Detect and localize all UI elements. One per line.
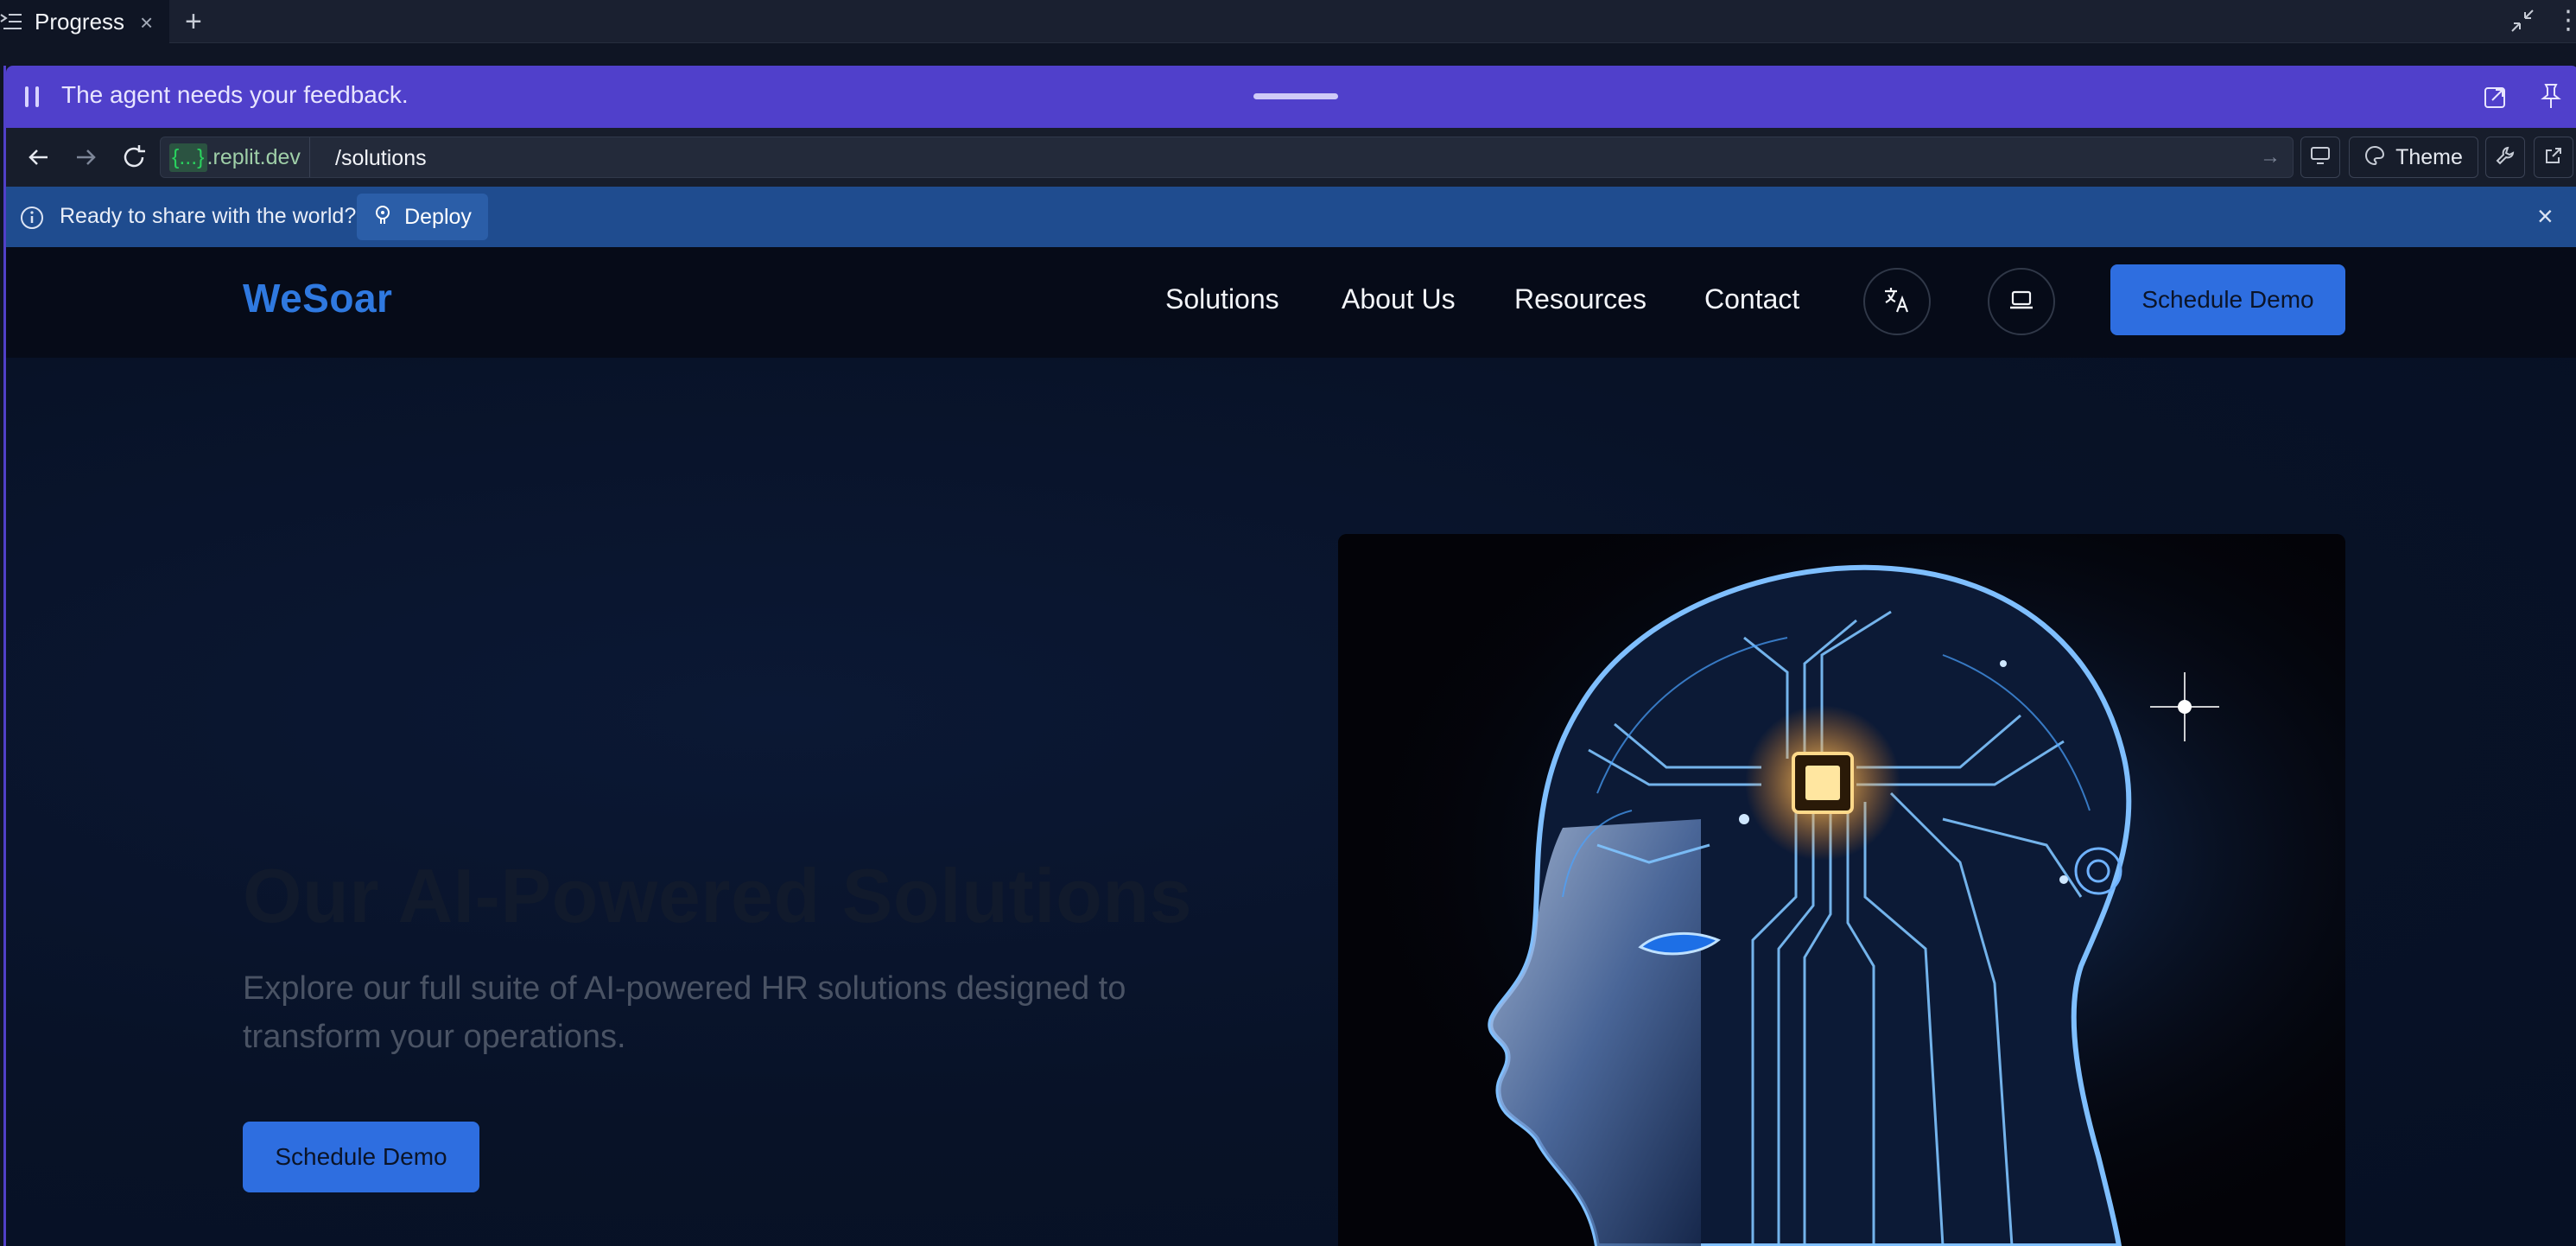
schedule-demo-nav-button[interactable]: Schedule Demo xyxy=(2110,264,2345,335)
agent-message: The agent needs your feedback. xyxy=(61,81,409,108)
wrench-icon xyxy=(2495,145,2516,170)
nav-link-resources[interactable]: Resources xyxy=(1514,283,1646,315)
open-new-tab-button[interactable] xyxy=(2534,137,2573,178)
close-icon[interactable]: × xyxy=(2537,200,2554,232)
agent-feedback-bar: The agent needs your feedback. xyxy=(6,66,2576,128)
url-domain: {...} .replit.dev xyxy=(161,137,310,177)
site-logo[interactable]: WeSoar xyxy=(243,275,392,321)
url-domain-brace: {...} xyxy=(169,143,207,172)
ai-head-illustration xyxy=(1338,534,2345,1246)
rocket-icon xyxy=(373,205,392,230)
info-icon xyxy=(20,206,44,230)
tools-button[interactable] xyxy=(2485,137,2525,178)
hero-title: Our AI-Powered Solutions xyxy=(243,853,1193,938)
drag-handle[interactable] xyxy=(1253,93,1338,99)
deploy-label: Deploy xyxy=(404,204,472,229)
pause-icon[interactable] xyxy=(25,86,41,107)
hero-section: Our AI-Powered Solutions Explore our ful… xyxy=(6,358,2576,1246)
address-bar: {...} .replit.dev /solutions → Theme xyxy=(6,128,2576,187)
collapse-icon[interactable] xyxy=(2509,7,2536,35)
nav-link-about-us[interactable]: About Us xyxy=(1342,283,1456,315)
open-external-icon[interactable] xyxy=(2482,83,2509,111)
more-icon[interactable]: ⋮ xyxy=(2555,5,2576,35)
theme-label: Theme xyxy=(2395,144,2463,169)
nav-link-contact[interactable]: Contact xyxy=(1704,283,1799,315)
url-domain-text: .replit.dev xyxy=(206,144,301,169)
forward-arrow-icon[interactable] xyxy=(70,142,101,173)
close-icon[interactable]: × xyxy=(140,10,153,36)
hero-subtitle: Explore our full suite of AI-powered HR … xyxy=(243,970,1126,1055)
deploy-message: Ready to share with the world? xyxy=(60,204,357,228)
site-navbar: WeSoar Solutions About Us Resources Cont… xyxy=(6,247,2576,358)
tab-progress[interactable]: Progress × xyxy=(0,0,169,43)
external-link-icon xyxy=(2543,145,2564,170)
preview-panel: The agent needs your feedback. {...} .re… xyxy=(3,66,2576,1246)
window-titlebar: Progress × + ⋮ xyxy=(0,0,2576,43)
device-toggle-button[interactable] xyxy=(1988,268,2055,335)
go-arrow-icon[interactable]: → xyxy=(2260,145,2281,169)
palette-icon xyxy=(2364,145,2385,170)
deploy-banner: Ready to share with the world? Deploy × xyxy=(6,187,2576,247)
language-button[interactable] xyxy=(1863,268,1931,335)
url-path: /solutions xyxy=(335,146,427,170)
tab-label: Progress xyxy=(35,8,125,35)
progress-icon xyxy=(0,10,22,33)
theme-button[interactable]: Theme xyxy=(2349,137,2478,178)
deploy-button[interactable]: Deploy xyxy=(357,194,488,240)
schedule-demo-hero-button[interactable]: Schedule Demo xyxy=(243,1122,479,1192)
pin-icon[interactable] xyxy=(2537,81,2565,111)
nav-link-solutions[interactable]: Solutions xyxy=(1165,283,1279,315)
back-arrow-icon[interactable] xyxy=(23,142,54,173)
url-input[interactable]: {...} .replit.dev /solutions → xyxy=(160,137,2294,178)
translate-icon xyxy=(1882,285,1912,319)
laptop-icon xyxy=(2008,289,2034,315)
add-tab-button[interactable]: + xyxy=(185,5,202,39)
reload-icon[interactable] xyxy=(118,142,149,173)
monitor-icon xyxy=(2310,146,2331,169)
devices-button[interactable] xyxy=(2300,137,2340,178)
